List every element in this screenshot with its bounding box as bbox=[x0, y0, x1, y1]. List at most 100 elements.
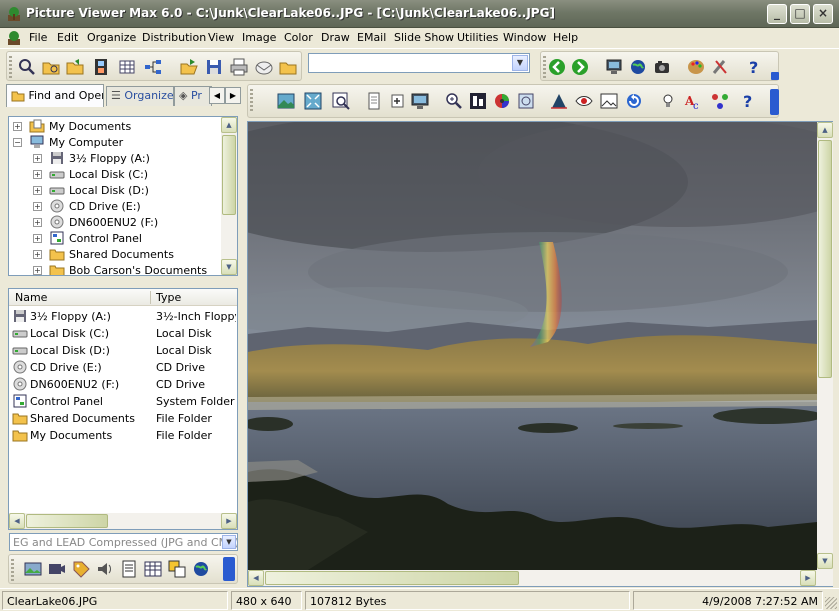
scroll-right-icon[interactable]: ▶ bbox=[221, 513, 237, 529]
image-icon[interactable] bbox=[23, 559, 43, 579]
expander-icon[interactable]: + bbox=[33, 234, 42, 243]
column-name-header[interactable]: Name bbox=[15, 291, 47, 304]
mosaic-icon[interactable] bbox=[468, 91, 488, 111]
list-item[interactable]: My Documents File Folder bbox=[9, 427, 237, 444]
lightbulb-icon[interactable] bbox=[658, 91, 678, 111]
path-combo[interactable]: ▼ bbox=[308, 53, 530, 73]
expander-icon[interactable]: + bbox=[33, 202, 42, 211]
rotate-icon[interactable] bbox=[624, 91, 644, 111]
file-list[interactable]: Name Type 3½ Floppy (A:) 3½-Inch Floppy D… bbox=[8, 288, 238, 530]
sharpen-icon[interactable] bbox=[549, 91, 569, 111]
title-bar[interactable]: Picture Viewer Max 6.0 - C:\Junk\ClearLa… bbox=[0, 0, 839, 28]
menu-image[interactable]: Image bbox=[242, 31, 276, 44]
expander-icon[interactable]: + bbox=[33, 170, 42, 179]
minimize-button[interactable]: _ bbox=[767, 4, 787, 24]
chevron-down-icon[interactable]: ▼ bbox=[512, 55, 528, 71]
thumbnails-icon[interactable] bbox=[117, 57, 137, 77]
toolbar-grip[interactable] bbox=[250, 89, 253, 111]
expander-icon[interactable]: + bbox=[33, 218, 42, 227]
menu-color[interactable]: Color bbox=[284, 31, 313, 44]
scroll-right-icon[interactable]: ▶ bbox=[800, 570, 816, 586]
add-page-icon[interactable] bbox=[387, 91, 407, 111]
expander-icon[interactable]: − bbox=[13, 138, 22, 147]
menu-help[interactable]: Help bbox=[553, 31, 578, 44]
find-icon[interactable] bbox=[17, 57, 37, 77]
menu-window[interactable]: Window bbox=[503, 31, 546, 44]
tree-view-icon[interactable] bbox=[143, 57, 163, 77]
globe-icon[interactable] bbox=[628, 57, 648, 77]
list-item[interactable]: Local Disk (D:) Local Disk bbox=[9, 342, 237, 359]
tools-icon[interactable] bbox=[710, 57, 730, 77]
open-file-icon[interactable] bbox=[179, 57, 199, 77]
expander-icon[interactable]: + bbox=[33, 250, 42, 259]
menu-email[interactable]: EMail bbox=[357, 31, 386, 44]
fullscreen-icon[interactable] bbox=[410, 91, 430, 111]
expander-icon[interactable]: + bbox=[13, 122, 22, 131]
tab-scroll-left-icon[interactable]: ◀ bbox=[209, 87, 225, 104]
picture-icon[interactable] bbox=[599, 91, 619, 111]
document-icon[interactable] bbox=[119, 559, 139, 579]
column-type-header[interactable]: Type bbox=[156, 291, 181, 304]
list-item[interactable]: Shared Documents File Folder bbox=[9, 410, 237, 427]
help-icon[interactable]: ? bbox=[744, 57, 764, 77]
toolbar-grip[interactable] bbox=[9, 56, 12, 78]
zoom-in-icon[interactable] bbox=[444, 91, 464, 111]
spell-check-icon[interactable]: Ac bbox=[684, 91, 704, 111]
photo-clear-lake[interactable] bbox=[248, 122, 817, 570]
list-item[interactable]: CD Drive (E:) CD Drive bbox=[9, 359, 237, 376]
globe-icon[interactable] bbox=[191, 559, 211, 579]
menu-view[interactable]: View bbox=[208, 31, 234, 44]
save-icon[interactable] bbox=[204, 57, 224, 77]
help-icon[interactable]: ? bbox=[738, 91, 758, 111]
scroll-up-icon[interactable]: ▲ bbox=[817, 122, 833, 138]
close-button[interactable]: × bbox=[813, 4, 833, 24]
camera-icon[interactable] bbox=[652, 57, 672, 77]
print-icon[interactable] bbox=[229, 57, 249, 77]
menu-distribution[interactable]: Distribution bbox=[142, 31, 206, 44]
scroll-thumb[interactable] bbox=[818, 140, 832, 378]
image-vscrollbar[interactable]: ▲ ▼ bbox=[817, 122, 833, 570]
tree-scrollbar[interactable]: ▲ ▼ bbox=[221, 117, 237, 275]
list-item[interactable]: Control Panel System Folder bbox=[9, 393, 237, 410]
maximize-button[interactable]: □ bbox=[790, 4, 810, 24]
monitor-icon[interactable] bbox=[604, 57, 624, 77]
scroll-left-icon[interactable]: ◀ bbox=[248, 570, 264, 586]
resize-image-icon[interactable] bbox=[516, 91, 536, 111]
fit-image-icon[interactable] bbox=[303, 91, 323, 111]
shapes-icon[interactable] bbox=[167, 559, 187, 579]
list-item[interactable]: 3½ Floppy (A:) 3½-Inch Floppy D bbox=[9, 308, 237, 325]
scroll-thumb[interactable] bbox=[26, 514, 108, 528]
menu-organize[interactable]: Organize bbox=[87, 31, 136, 44]
expander-icon[interactable]: + bbox=[33, 186, 42, 195]
app-menu-icon[interactable] bbox=[6, 30, 22, 46]
red-eye-icon[interactable] bbox=[574, 91, 594, 111]
toolbar-overflow-chevron-icon[interactable] bbox=[771, 72, 779, 80]
tab-scroll-right-icon[interactable]: ▶ bbox=[225, 87, 241, 104]
chevron-down-icon[interactable]: ▼ bbox=[222, 535, 236, 549]
toolbar-grip[interactable] bbox=[543, 56, 546, 78]
toolbar-overflow-chevron-icon[interactable] bbox=[770, 89, 779, 115]
open-folder-icon[interactable] bbox=[65, 57, 85, 77]
menu-utilities[interactable]: Utilities bbox=[457, 31, 498, 44]
table-icon[interactable] bbox=[143, 559, 163, 579]
tab-properties[interactable]: ◈ Pr bbox=[174, 86, 212, 106]
color-wheel-icon[interactable] bbox=[492, 91, 512, 111]
list-item[interactable]: Local Disk (C:) Local Disk bbox=[9, 325, 237, 342]
scroll-down-icon[interactable]: ▼ bbox=[817, 553, 833, 569]
page-icon[interactable] bbox=[364, 91, 384, 111]
forward-arrow-icon[interactable] bbox=[570, 57, 590, 77]
toolbar-grip[interactable] bbox=[11, 559, 14, 581]
file-type-filter[interactable]: EG and LEAD Compressed (JPG and CMP) ▼ bbox=[9, 533, 238, 551]
image-viewer[interactable]: ▲ ▼ ◀ ▶ bbox=[247, 121, 833, 587]
zoom-window-icon[interactable] bbox=[331, 91, 351, 111]
list-item[interactable]: DN600ENU2 (F:) CD Drive bbox=[9, 376, 237, 393]
browse-folder-icon[interactable] bbox=[41, 57, 61, 77]
back-arrow-icon[interactable] bbox=[547, 57, 567, 77]
scroll-thumb[interactable] bbox=[222, 135, 236, 215]
tab-find-and-open[interactable]: Find and Open bbox=[6, 84, 104, 107]
landscape-icon[interactable] bbox=[276, 91, 296, 111]
resize-grip-icon[interactable] bbox=[825, 597, 837, 609]
toolbar-overflow-chevron-icon[interactable] bbox=[223, 557, 235, 581]
expander-icon[interactable]: + bbox=[33, 154, 42, 163]
email-icon[interactable] bbox=[254, 57, 274, 77]
